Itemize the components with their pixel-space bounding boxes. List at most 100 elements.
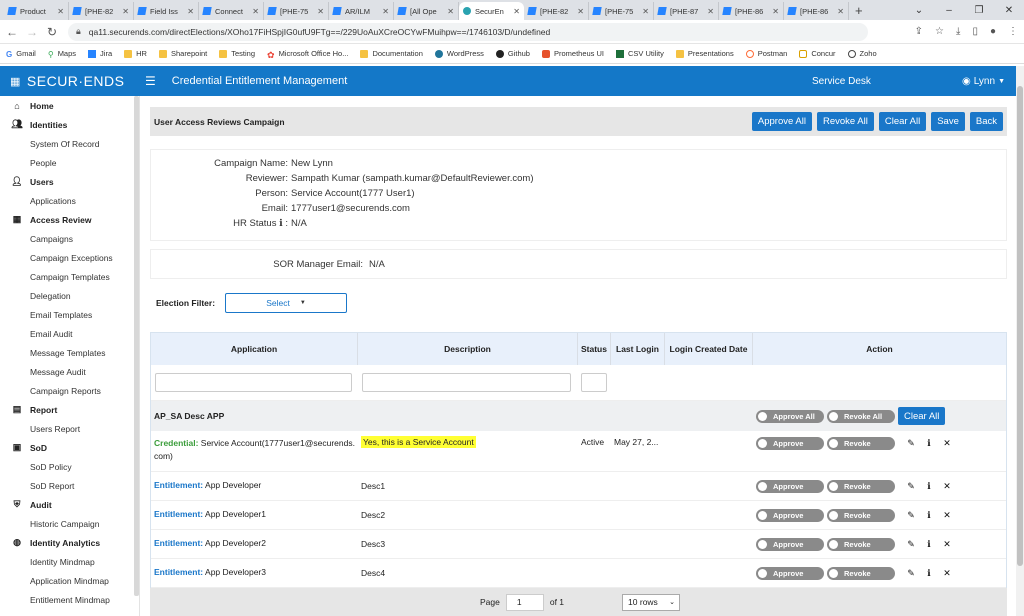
info-icon[interactable]: ℹ: [924, 438, 934, 449]
sidebar-item-campaign-reports[interactable]: Campaign Reports: [0, 381, 139, 400]
sidebar-item-audit[interactable]: ⛨ Audit: [0, 495, 139, 514]
back-nav-icon[interactable]: ←: [4, 25, 20, 39]
close-icon[interactable]: ✕: [942, 568, 952, 579]
rows-per-page-select[interactable]: 10 rows ⌄: [622, 593, 681, 611]
bookmark-item[interactable]: Jira: [88, 49, 112, 58]
reload-icon[interactable]: ↻: [44, 25, 60, 39]
info-icon[interactable]: ℹ: [924, 539, 934, 550]
page-number-input[interactable]: 1: [505, 593, 544, 611]
bookmark-item[interactable]: ⚲ Maps: [48, 49, 76, 59]
status-filter-input[interactable]: [581, 373, 607, 392]
tab-close-icon[interactable]: ✕: [317, 7, 324, 16]
sidebar-item-email-audit[interactable]: Email Audit: [0, 324, 139, 343]
forward-nav-icon[interactable]: →: [24, 25, 40, 39]
close-icon[interactable]: ✕: [942, 510, 952, 521]
bookmark-star-icon[interactable]: ☆: [935, 26, 944, 37]
bookmark-item[interactable]: Concur: [799, 49, 836, 58]
save-button[interactable]: Save: [931, 112, 965, 131]
sidebar-item-people[interactable]: People: [0, 153, 139, 172]
tab-close-icon[interactable]: ✕: [577, 7, 584, 16]
edit-icon[interactable]: ✎: [906, 438, 916, 449]
browser-tab[interactable]: [All Ope ✕: [394, 2, 459, 20]
col-last-login[interactable]: Last Login: [611, 333, 665, 365]
sidebar-item-message-templates[interactable]: Message Templates: [0, 343, 139, 362]
revoke-toggle[interactable]: Revoke: [827, 437, 895, 450]
tab-close-icon[interactable]: ✕: [382, 7, 389, 16]
bookmark-item[interactable]: G Gmail: [6, 49, 36, 59]
bookmark-item[interactable]: Github: [495, 49, 530, 58]
col-login-created-date[interactable]: Login Created Date: [665, 333, 753, 365]
col-description[interactable]: Description: [358, 333, 578, 365]
browser-tab[interactable]: [PHE-82 ✕: [524, 2, 589, 20]
group-approve-all-toggle[interactable]: Approve All: [756, 409, 824, 423]
tab-close-icon[interactable]: ✕: [187, 7, 194, 16]
bookmark-item[interactable]: Prometheus UI: [541, 49, 604, 58]
tab-close-icon[interactable]: ✕: [837, 7, 844, 16]
bookmark-item[interactable]: CSV Utility: [616, 49, 664, 58]
sidebar-item-campaign-exceptions[interactable]: Campaign Exceptions: [0, 248, 139, 267]
bookmark-item[interactable]: ✿ Microsoft Office Ho...: [267, 49, 348, 60]
application-filter-input[interactable]: [155, 373, 352, 392]
hamburger-menu-icon[interactable]: ☰: [145, 74, 156, 88]
browser-tab[interactable]: SecurEn ✕: [459, 2, 524, 20]
sidebar-item-report[interactable]: ▤ Report: [0, 400, 139, 419]
securends-logo[interactable]: ▦ SECUR·ENDS: [10, 73, 135, 89]
bookmark-item[interactable]: Presentations: [675, 49, 734, 58]
browser-tab[interactable]: [PHE-75 ✕: [264, 2, 329, 20]
description-filter-input[interactable]: [362, 373, 571, 392]
sidebar-item-system-of-record[interactable]: System Of Record: [0, 134, 139, 153]
tab-close-icon[interactable]: ✕: [642, 7, 649, 16]
bookmark-item[interactable]: HR: [124, 49, 147, 58]
sidebar-item-users-report[interactable]: Users Report: [0, 419, 139, 438]
sidepanel-icon[interactable]: ▯: [972, 26, 978, 37]
page-scrollbar[interactable]: [1016, 66, 1024, 616]
approve-toggle[interactable]: Approve: [756, 479, 824, 493]
info-icon[interactable]: ℹ: [924, 510, 934, 521]
browser-tab[interactable]: Product ✕: [4, 2, 69, 20]
bookmark-item[interactable]: Zoho: [847, 49, 877, 58]
revoke-toggle[interactable]: Revoke: [827, 479, 895, 493]
sidebar-item-message-audit[interactable]: Message Audit: [0, 362, 139, 381]
edit-icon[interactable]: ✎: [906, 510, 916, 521]
sidebar-scrollbar[interactable]: [134, 96, 139, 596]
bookmark-item[interactable]: Testing: [219, 49, 255, 58]
col-status[interactable]: Status: [578, 333, 611, 365]
browser-tab[interactable]: Connect ✕: [199, 2, 264, 20]
bookmark-item[interactable]: Documentation: [360, 49, 423, 58]
profile-icon[interactable]: ●: [990, 26, 996, 37]
clear-all-button[interactable]: Clear All: [878, 112, 927, 131]
minimize-button[interactable]: –: [934, 5, 964, 16]
revoke-toggle[interactable]: Revoke: [827, 508, 895, 522]
info-circle-icon[interactable]: ℹ: [279, 218, 283, 229]
tab-search-icon[interactable]: ⌄: [904, 5, 934, 16]
tab-close-icon[interactable]: ✕: [772, 7, 779, 16]
sidebar-item-applications[interactable]: Applications: [0, 191, 139, 210]
revoke-all-button[interactable]: Revoke All: [816, 112, 874, 131]
user-menu[interactable]: ◉ Lynn ▼: [962, 76, 1005, 87]
sidebar-item-identities[interactable]: 👥︎ Identities: [0, 115, 139, 134]
bookmark-item[interactable]: Sharepoint: [158, 49, 207, 58]
edit-icon[interactable]: ✎: [906, 481, 916, 492]
sidebar-item-identity-mindmap[interactable]: Identity Mindmap: [0, 552, 139, 571]
sidebar-item-home[interactable]: ⌂ Home: [0, 96, 139, 115]
col-application[interactable]: Application: [151, 333, 358, 365]
election-filter-select[interactable]: Select ▼: [225, 293, 348, 313]
tab-close-icon[interactable]: ✕: [447, 7, 454, 16]
back-button[interactable]: Back: [969, 112, 1003, 131]
approve-toggle[interactable]: Approve: [756, 566, 824, 580]
approve-toggle[interactable]: Approve: [756, 537, 824, 551]
edit-icon[interactable]: ✎: [906, 539, 916, 550]
url-bar[interactable]: 🔒︎ qa11.securends.com/directElections/XO…: [68, 22, 868, 41]
browser-tab[interactable]: [PHE-87 ✕: [654, 2, 719, 20]
group-revoke-all-toggle[interactable]: Revoke All: [827, 409, 895, 423]
browser-tab[interactable]: Field Iss ✕: [134, 2, 199, 20]
sidebar-item-access-review[interactable]: ▦ Access Review: [0, 210, 139, 229]
close-icon[interactable]: ✕: [942, 481, 952, 492]
approve-toggle[interactable]: Approve: [756, 437, 824, 450]
sidebar-item-identity-analytics[interactable]: ◍ Identity Analytics: [0, 533, 139, 552]
sidebar-item-sod-report[interactable]: SoD Report: [0, 476, 139, 495]
sidebar-item-entitlement-mindmap[interactable]: Entitlement Mindmap: [0, 590, 139, 609]
info-icon[interactable]: ℹ: [924, 568, 934, 579]
close-icon[interactable]: ✕: [942, 539, 952, 550]
tab-close-icon[interactable]: ✕: [57, 7, 64, 16]
